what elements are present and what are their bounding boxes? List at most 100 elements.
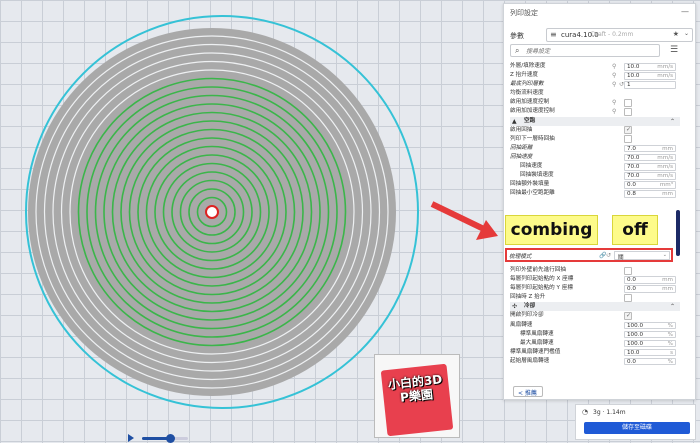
setting-label: 啟用加加速度控制 bbox=[510, 108, 555, 115]
setting-value-field[interactable]: 70.0 mm/s bbox=[624, 163, 676, 171]
setting-value-field[interactable]: 7.0 mm bbox=[624, 144, 676, 153]
setting-value-field[interactable]: 70.0 mm/s bbox=[624, 153, 676, 162]
setting-value: 10.0 bbox=[627, 73, 640, 80]
setting-value: 100.0 bbox=[627, 340, 644, 347]
combing-mode-row[interactable]: 梳理模式 🔗 ↺ 關 ⌄ bbox=[505, 248, 673, 262]
combing-mode-value: 關 bbox=[618, 255, 624, 261]
setting-row: Z 抬升速度 ⚲ 10.0 mm/s bbox=[510, 71, 680, 80]
setting-value-field[interactable]: 10.0 mm/s bbox=[624, 63, 676, 71]
search-input[interactable] bbox=[526, 46, 656, 56]
setting-row: 啟用回抽 bbox=[510, 125, 680, 135]
setting-label: 回抽速度 bbox=[520, 163, 543, 170]
print-settings-panel: 列印設定 — 參數 ≡ cura4.10.0 Draft - 0.2mm ★ ⌄… bbox=[503, 3, 696, 400]
setting-value-field[interactable]: 10.0 mm/s bbox=[624, 72, 676, 80]
setting-value-field[interactable]: 1 bbox=[624, 81, 676, 89]
setting-checkbox[interactable] bbox=[624, 98, 632, 107]
setting-row: 回抽距離 7.0 mm bbox=[510, 144, 680, 153]
setting-label: 標準風扇轉速 bbox=[520, 330, 554, 337]
setting-row: 外層/填除速度 ⚲ 10.0 mm/s bbox=[510, 62, 680, 71]
setting-unit: % bbox=[667, 358, 673, 365]
link-icon: ⚲ bbox=[612, 99, 617, 107]
setting-unit: mm/s bbox=[657, 173, 673, 180]
search-box[interactable]: ⌕ bbox=[510, 44, 660, 57]
setting-row: 回抽速度 70.0 mm/s bbox=[510, 162, 680, 171]
settings-section-header[interactable]: ▲ ⌃ 空跑 bbox=[510, 116, 680, 126]
settings-menu-icon[interactable]: ☰ bbox=[670, 45, 678, 55]
setting-value: 100.0 bbox=[627, 331, 644, 338]
setting-row: 回抽速度 70.0 mm/s bbox=[510, 153, 680, 162]
setting-value-field[interactable]: 100.0% bbox=[624, 330, 676, 339]
setting-label: 開啟列印冷卻 bbox=[510, 312, 544, 319]
play-icon[interactable] bbox=[128, 434, 134, 442]
slider-track[interactable] bbox=[142, 434, 188, 443]
setting-unit: % bbox=[667, 340, 673, 347]
setting-checkbox[interactable] bbox=[624, 107, 632, 116]
setting-row: 每層列印起始點的 X 座標 0.0 mm bbox=[510, 275, 680, 284]
setting-checkbox[interactable] bbox=[624, 125, 632, 135]
link-icon: ⚲ bbox=[612, 108, 617, 116]
setting-row: 標準風扇轉速 100.0% bbox=[510, 330, 680, 339]
setting-label: 回抽時 Z 抬升 bbox=[510, 294, 546, 301]
setting-value-field[interactable]: 70.0 mm/s bbox=[624, 172, 676, 180]
settings-section-header[interactable]: ✣ ⌃ 冷卻 bbox=[510, 302, 680, 312]
combing-mode-label: 梳理模式 bbox=[509, 254, 532, 260]
spiral-core bbox=[205, 205, 219, 219]
setting-row: 最底列印層數 ⚲ ↺ 1 bbox=[510, 80, 680, 89]
setting-value: 1 bbox=[627, 82, 631, 89]
setting-value: 0.8 bbox=[627, 191, 636, 198]
setting-label: 均衡流料速度 bbox=[510, 90, 544, 97]
setting-value-field[interactable]: 10.0 s bbox=[624, 348, 676, 357]
save-to-disk-button[interactable]: 儲存至磁碟 bbox=[584, 422, 690, 434]
setting-checkbox[interactable] bbox=[624, 293, 632, 302]
setting-checkbox[interactable] bbox=[624, 266, 632, 275]
search-icon: ⌕ bbox=[515, 46, 520, 55]
profile-select[interactable]: ≡ cura4.10.0 Draft - 0.2mm ★ ⌄ bbox=[546, 28, 693, 42]
layer-slider[interactable] bbox=[128, 433, 190, 443]
setting-label: 冷卻 bbox=[524, 303, 536, 310]
setting-value: 70.0 bbox=[627, 173, 640, 180]
setting-value-field[interactable]: 0.0 mm bbox=[624, 276, 676, 284]
setting-value: 10.0 bbox=[627, 349, 640, 356]
setting-value-field[interactable]: 0.0% bbox=[624, 357, 676, 366]
setting-value-field[interactable]: 0.8 mm bbox=[624, 190, 676, 198]
setting-row: 標準風扇轉速門檻值 10.0 s bbox=[510, 348, 680, 357]
setting-row: 均衡流料速度 bbox=[510, 89, 680, 98]
setting-label: 風扇轉速 bbox=[510, 321, 533, 328]
setting-row: 列印下一層時回抽 bbox=[510, 135, 680, 144]
setting-checkbox[interactable] bbox=[624, 311, 632, 321]
panel-scrollbar[interactable] bbox=[676, 210, 680, 256]
setting-value-field[interactable]: 0.0 mm bbox=[624, 285, 676, 293]
callout-combing: combing bbox=[505, 215, 598, 245]
combing-mode-select[interactable]: 關 ⌄ bbox=[614, 251, 670, 261]
star-icon[interactable]: ★ bbox=[673, 30, 679, 38]
print-estimate: ◔ 3g · 1.14m 儲存至磁碟 bbox=[575, 404, 696, 440]
setting-unit: mm bbox=[662, 191, 673, 198]
setting-unit: mm bbox=[662, 286, 673, 293]
settings-list-bottom: 列印外壁前先進行回抽 每層列印起始點的 X 座標 0.0 mm 每層列印起始點的 Y 座… bbox=[510, 266, 680, 366]
setting-value-field[interactable]: 0.0 mm³ bbox=[624, 181, 676, 189]
setting-value: 0.0 bbox=[627, 358, 636, 365]
recommended-button[interactable]: < 推薦 bbox=[513, 386, 543, 397]
chevron-up-icon[interactable]: ⌃ bbox=[670, 302, 675, 311]
setting-value: 10.0 bbox=[627, 64, 640, 70]
chevron-up-icon[interactable]: ⌃ bbox=[670, 117, 675, 126]
setting-value: 100.0 bbox=[627, 322, 644, 329]
setting-label: 回抽距離 bbox=[510, 144, 533, 151]
chevron-down-icon[interactable]: ⌄ bbox=[684, 30, 689, 37]
setting-row: 列印外壁前先進行回抽 bbox=[510, 266, 680, 275]
setting-label: 回抽裝填速度 bbox=[520, 172, 554, 179]
setting-checkbox[interactable] bbox=[624, 135, 632, 144]
setting-value: 0.0 bbox=[627, 182, 636, 189]
setting-label: 每層列印起始點的 X 座標 bbox=[510, 276, 574, 283]
setting-label: 啟用回抽 bbox=[510, 126, 533, 133]
link-icon: ⚲ bbox=[612, 81, 617, 89]
clock-icon: ◔ bbox=[582, 408, 589, 416]
slider-handle[interactable] bbox=[165, 434, 175, 443]
setting-value-field[interactable]: 100.0% bbox=[624, 321, 676, 330]
setting-row: 回抽時 Z 抬升 bbox=[510, 293, 680, 302]
reset-icon[interactable]: ↺ bbox=[606, 252, 611, 259]
link-icon: ⚲ bbox=[612, 63, 617, 70]
setting-value-field[interactable]: 100.0% bbox=[624, 339, 676, 348]
setting-label: 列印下一層時回抽 bbox=[510, 135, 555, 142]
minimize-icon[interactable]: — bbox=[681, 7, 689, 16]
